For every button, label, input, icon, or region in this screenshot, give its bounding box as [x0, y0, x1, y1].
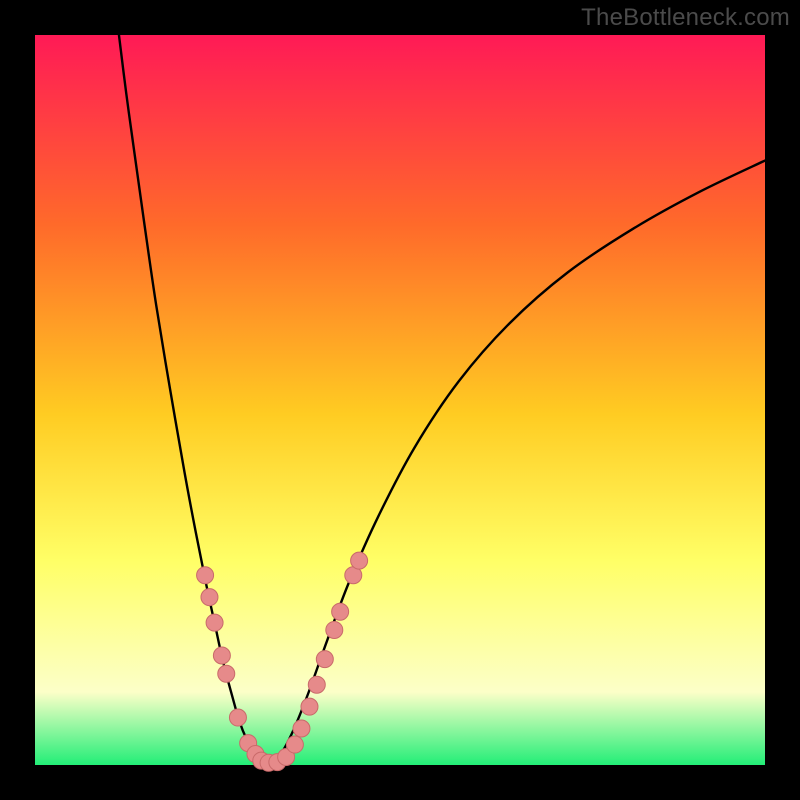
- data-point: [351, 552, 368, 569]
- data-point: [213, 647, 230, 664]
- chart-frame: TheBottleneck.com: [0, 0, 800, 800]
- data-point: [206, 614, 223, 631]
- data-point: [197, 567, 214, 584]
- data-point: [326, 621, 343, 638]
- data-point: [316, 651, 333, 668]
- data-point: [301, 698, 318, 715]
- data-point: [218, 665, 235, 682]
- plot-background: [35, 35, 765, 765]
- data-point: [293, 720, 310, 737]
- data-point: [332, 603, 349, 620]
- data-point: [308, 676, 325, 693]
- watermark-text: TheBottleneck.com: [581, 4, 790, 32]
- chart-svg: [0, 0, 800, 800]
- data-point: [229, 709, 246, 726]
- data-point: [201, 589, 218, 606]
- data-point: [286, 736, 303, 753]
